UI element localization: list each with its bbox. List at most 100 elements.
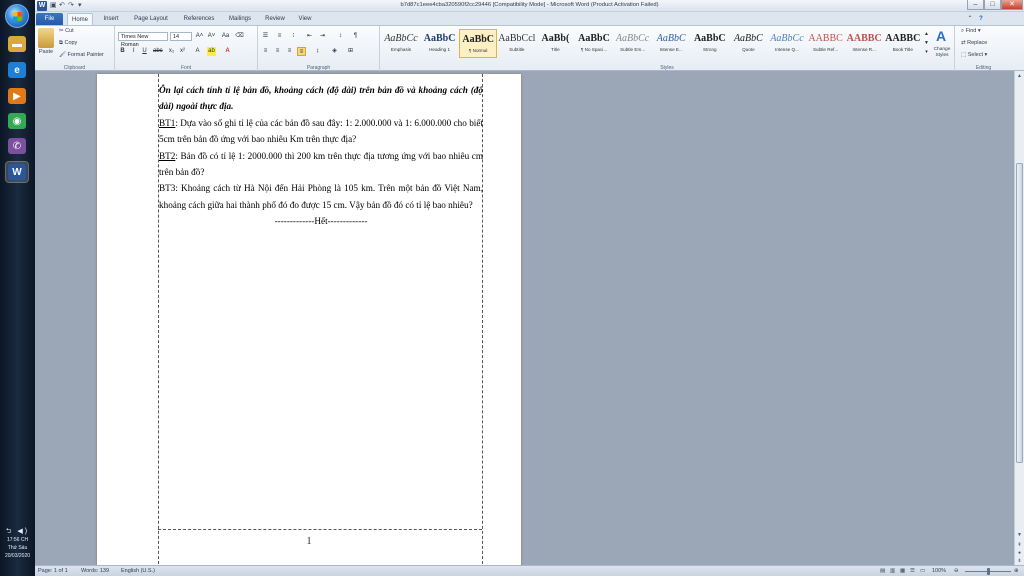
style-subtle-ref[interactable]: AABBC Subtle Ref... <box>807 29 845 58</box>
word-count[interactable]: Words: 139 <box>81 567 109 576</box>
next-page-icon[interactable]: ⇟ <box>1016 557 1023 565</box>
bold-icon[interactable]: B <box>118 47 127 56</box>
superscript-icon[interactable]: x² <box>178 47 187 56</box>
document-body[interactable]: Ôn lại cách tính tỉ lệ bản đồ, khoảng cá… <box>159 82 483 230</box>
outline-view-icon[interactable]: ☰ <box>910 567 915 576</box>
document-page[interactable]: Ôn lại cách tính tỉ lệ bản đồ, khoảng cá… <box>97 74 521 565</box>
scroll-up-icon[interactable]: ▲ <box>1016 72 1023 80</box>
word-taskbar-button[interactable]: W <box>5 161 29 183</box>
style-intense-r[interactable]: AABBC Intense R... <box>845 29 883 58</box>
style-subtle-em[interactable]: AaBbCc Subtle Em... <box>614 29 652 58</box>
styles-scroll-down-icon[interactable]: ▼ <box>922 39 931 48</box>
format-painter-button[interactable]: 🖌 Format Painter <box>59 52 104 58</box>
find-button[interactable]: ⌕ Find ▾ <box>961 28 981 35</box>
sort-icon[interactable]: ↕ <box>336 32 345 41</box>
tab-view[interactable]: View <box>293 13 317 25</box>
scroll-down-icon[interactable]: ▼ <box>1016 531 1023 539</box>
style-quote[interactable]: AaBbC Quote <box>729 29 767 58</box>
align-right-icon[interactable]: ≡ <box>285 47 294 56</box>
draft-view-icon[interactable]: ▭ <box>920 567 925 576</box>
grow-font-icon[interactable]: A˄ <box>195 32 204 41</box>
clear-formatting-icon[interactable]: ⌫ <box>235 32 244 41</box>
vertical-scrollbar[interactable]: ▲ ▼ ⇞ ● ⇟ <box>1014 71 1024 565</box>
replace-button[interactable]: ⇄ Replace <box>961 40 987 46</box>
select-button[interactable]: ⬚ Select ▾ <box>961 52 987 58</box>
change-case-icon[interactable]: Aa <box>221 32 230 41</box>
subscript-icon[interactable]: x₂ <box>167 47 176 56</box>
maximize-button[interactable]: □ <box>984 0 1001 10</box>
viber-taskbar-button[interactable]: ✆ <box>6 136 28 156</box>
font-family-select[interactable]: Times New Roman <box>118 32 168 48</box>
print-layout-view-icon[interactable]: ▤ <box>880 567 885 576</box>
style-normal[interactable]: AaBbC ¶ Normal <box>459 29 498 58</box>
highlight-icon[interactable]: ab <box>207 47 216 56</box>
close-button[interactable]: ✕ <box>1001 0 1023 10</box>
minimize-button[interactable]: – <box>967 0 984 10</box>
align-center-icon[interactable]: ≡ <box>273 47 282 56</box>
zoom-level[interactable]: 100% <box>932 567 946 576</box>
tray-icons[interactable]: ⮌ ◀) <box>0 528 35 536</box>
page-count[interactable]: Page: 1 of 1 <box>38 567 68 576</box>
align-left-icon[interactable]: ≡ <box>261 47 270 56</box>
clock-time[interactable]: 17:56 CH <box>0 536 35 544</box>
style-intense-e[interactable]: AaBbC Intense E... <box>652 29 690 58</box>
scrollbar-thumb[interactable] <box>1016 163 1023 463</box>
select-browse-object-icon[interactable]: ● <box>1016 549 1023 557</box>
change-styles-button[interactable]: Change Styles <box>931 47 953 59</box>
previous-page-icon[interactable]: ⇞ <box>1016 541 1023 549</box>
paste-button[interactable]: Paste <box>39 49 53 55</box>
internet-explorer-taskbar-button[interactable]: e <box>6 60 28 80</box>
start-button[interactable] <box>5 4 29 28</box>
tab-insert[interactable]: Insert <box>97 13 125 25</box>
style-title[interactable]: AaBb(Title <box>536 29 574 58</box>
numbering-icon[interactable]: ≡ <box>275 32 284 41</box>
media-player-taskbar-button[interactable]: ▶ <box>6 86 28 106</box>
bullets-icon[interactable]: ☰ <box>261 32 270 41</box>
tab-review[interactable]: Review <box>261 13 289 25</box>
tab-page-layout[interactable]: Page Layout <box>129 13 173 25</box>
chrome-taskbar-button[interactable]: ◉ <box>6 111 28 131</box>
show-formatting-icon[interactable]: ¶ <box>351 32 360 41</box>
style-heading-1[interactable]: AaBbC Heading 1 <box>421 29 459 58</box>
style-subtitle[interactable]: AaBbCcl Subtitle <box>498 29 536 58</box>
zoom-slider-knob[interactable] <box>986 568 990 575</box>
copy-button[interactable]: ⧉ Copy <box>59 40 77 47</box>
style-intense-q[interactable]: AaBbCc Intense Q... <box>768 29 806 58</box>
change-styles-icon[interactable]: A <box>936 28 946 44</box>
line-spacing-icon[interactable]: ↨ <box>313 47 322 56</box>
full-screen-view-icon[interactable]: ▥ <box>890 567 895 576</box>
style-emphasis[interactable]: AaBbCc Emphasis <box>382 29 420 58</box>
styles-more-icon[interactable]: ▾ <box>922 48 931 57</box>
font-size-select[interactable]: 14 <box>170 32 192 41</box>
strikethrough-icon[interactable]: abc <box>153 47 163 56</box>
paste-icon[interactable] <box>38 28 54 48</box>
document-area[interactable]: Ôn lại cách tính tỉ lệ bản đồ, khoảng cá… <box>35 71 1014 565</box>
tab-home[interactable]: Home <box>67 13 93 25</box>
cut-button[interactable]: ✂ Cut <box>59 28 74 34</box>
help-icon[interactable]: ? <box>976 13 986 25</box>
style-strong[interactable]: AaBbC Strong <box>691 29 729 58</box>
text-effects-icon[interactable]: A <box>193 47 202 56</box>
borders-icon[interactable]: ⊞ <box>346 47 355 56</box>
italic-icon[interactable]: I <box>129 47 138 56</box>
zoom-out-icon[interactable]: ⊖ <box>954 567 959 576</box>
multilevel-list-icon[interactable]: ⁝ <box>289 32 298 41</box>
underline-icon[interactable]: U <box>140 47 149 56</box>
style-book-title[interactable]: AABBC Book Title <box>884 29 922 58</box>
tab-file[interactable]: File <box>36 13 63 25</box>
justify-icon[interactable]: ≡ <box>297 47 306 56</box>
shading-icon[interactable]: ◈ <box>330 47 339 56</box>
language-indicator[interactable]: English (U.S.) <box>121 567 155 576</box>
file-explorer-taskbar-button[interactable]: ▬ <box>6 34 28 54</box>
tab-references[interactable]: References <box>177 13 221 25</box>
styles-scroll-up-icon[interactable]: ▲ <box>922 30 931 39</box>
web-layout-view-icon[interactable]: ▦ <box>900 567 905 576</box>
ribbon-minimize-icon[interactable]: ⌃ <box>965 13 975 25</box>
decrease-indent-icon[interactable]: ⇤ <box>305 32 314 41</box>
tab-mailings[interactable]: Mailings <box>225 13 255 25</box>
increase-indent-icon[interactable]: ⇥ <box>318 32 327 41</box>
shrink-font-icon[interactable]: A˅ <box>207 32 216 41</box>
zoom-in-icon[interactable]: ⊕ <box>1014 567 1019 576</box>
font-color-icon[interactable]: A <box>223 47 232 56</box>
style-no-spaci[interactable]: AaBbC ¶ No Spaci... <box>575 29 613 58</box>
